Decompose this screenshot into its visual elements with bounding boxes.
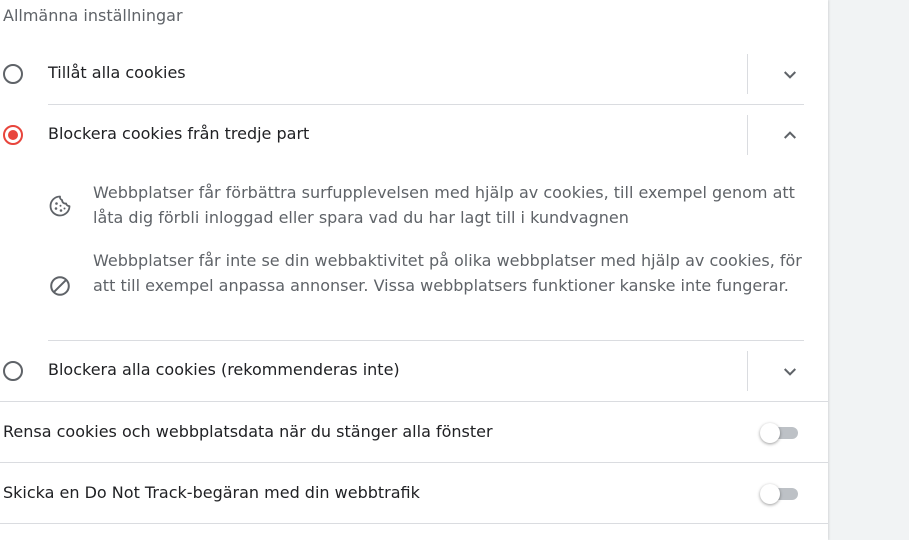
cookie-option-block-third-party[interactable]: Blockera cookies från tredje part (0, 105, 828, 165)
cookie-option-allow-all[interactable]: Tillåt alla cookies (0, 44, 828, 104)
section-title: Allmänna inställningar (3, 6, 183, 25)
toggle-label-clear-on-exit: Rensa cookies och webbplatsdata när du s… (3, 422, 493, 441)
detail-item-blocked: Webbplatser får inte se din webbaktivite… (48, 248, 808, 324)
toggle-do-not-track[interactable] (760, 484, 800, 504)
radio-allow-all[interactable] (3, 64, 23, 84)
chevron-up-icon[interactable] (778, 123, 802, 147)
detail-item-allowed: Webbplatser får förbättra surfupplevelse… (48, 180, 808, 232)
toggle-knob (760, 484, 780, 504)
radio-label-block-all: Blockera alla cookies (rekommenderas int… (48, 360, 400, 379)
setting-do-not-track[interactable]: Skicka en Do Not Track-begäran med din w… (0, 463, 828, 524)
divider (0, 523, 828, 524)
detail-text-blocked: Webbplatser får inte se din webbaktivite… (93, 251, 802, 295)
cookie-settings-panel: Allmänna inställningar Tillåt alla cooki… (0, 0, 828, 540)
block-icon (50, 276, 70, 296)
chevron-down-icon[interactable] (778, 359, 802, 383)
radio-label-block-third-party: Blockera cookies från tredje part (48, 124, 310, 143)
row-divider (747, 115, 748, 155)
chevron-down-icon[interactable] (778, 62, 802, 86)
radio-block-all[interactable] (3, 361, 23, 381)
row-divider (747, 54, 748, 94)
radio-label-allow-all: Tillåt alla cookies (48, 63, 186, 82)
row-divider (747, 351, 748, 391)
detail-text-allowed: Webbplatser får förbättra surfupplevelse… (93, 183, 795, 227)
radio-block-third-party[interactable] (3, 125, 23, 145)
toggle-knob (760, 423, 780, 443)
toggle-label-do-not-track: Skicka en Do Not Track-begäran med din w… (3, 483, 420, 502)
setting-clear-on-exit[interactable]: Rensa cookies och webbplatsdata när du s… (0, 402, 828, 463)
cookie-icon (49, 195, 71, 217)
cookie-option-block-all[interactable]: Blockera alla cookies (rekommenderas int… (0, 341, 828, 401)
toggle-clear-on-exit[interactable] (760, 423, 800, 443)
